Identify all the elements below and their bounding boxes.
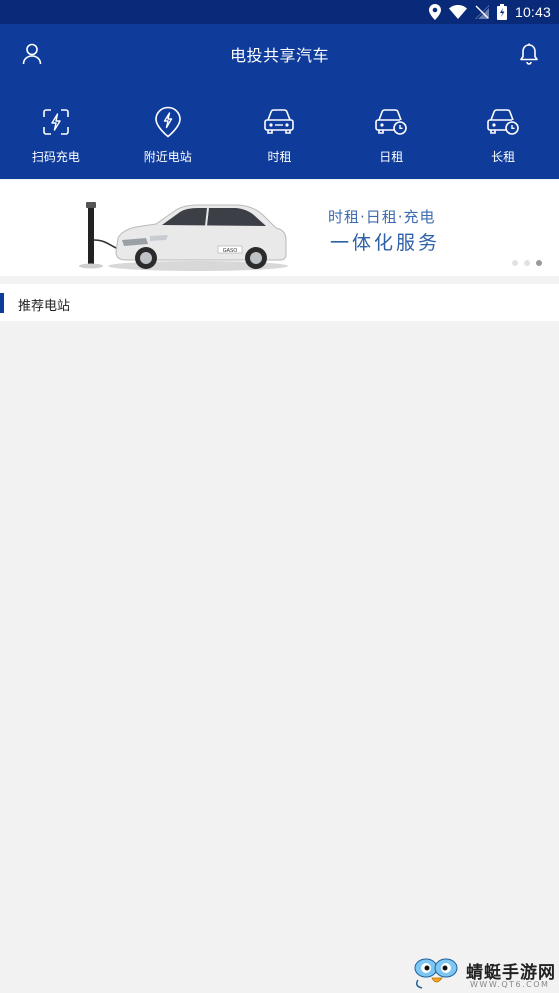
nav-nearby-stations[interactable]: 附近电站 (112, 106, 224, 166)
battery-icon (496, 4, 507, 20)
car-icon (263, 106, 295, 138)
signal-icon (474, 5, 489, 19)
carousel-dot[interactable] (524, 260, 530, 266)
banner-slogan: 一体化服务 (330, 232, 441, 254)
nav-label: 长租 (491, 150, 516, 164)
section-title: 推荐电站 (18, 299, 71, 314)
nav-scan-charge[interactable]: 扫码充电 (0, 106, 112, 166)
location-bolt-icon (152, 106, 184, 138)
scan-charge-icon (40, 106, 72, 138)
ev-car-illustration: GASO (79, 202, 288, 271)
wifi-icon (448, 5, 467, 19)
watermark-url: WWW.QT6.COM (470, 980, 550, 989)
carousel-dot[interactable] (512, 260, 518, 266)
banner-headline: 时租·日租·充电 (328, 208, 436, 226)
dragonfly-logo-icon (414, 958, 458, 989)
recommended-stations-header: 推荐电站 (0, 284, 559, 321)
nav-daily-rental[interactable]: 日租 (335, 106, 447, 166)
location-icon (428, 4, 441, 20)
carousel-dot-active[interactable] (536, 260, 542, 266)
nav-label: 时租 (267, 150, 292, 164)
status-bar: 10:43 (0, 0, 559, 24)
promo-banner[interactable]: GASO 时租·日租·充电 一体化服务 (0, 180, 559, 276)
car-clock-icon (375, 106, 408, 138)
nav-hourly-rental[interactable]: 时租 (224, 106, 336, 166)
nav-label: 日租 (379, 150, 404, 164)
nav-long-rental[interactable]: 长租 (447, 106, 559, 166)
plate-text: GASO (223, 248, 238, 254)
status-icons: 10:43 (428, 0, 551, 24)
bell-icon[interactable] (515, 40, 543, 68)
site-watermark: 蜻蜓手游网 WWW.QT6.COM (412, 952, 559, 993)
section-accent-bar (0, 293, 4, 313)
car-clock-icon (487, 106, 519, 138)
app-header: 电投共享汽车 扫码充电 附近电站 时租 日租 长租 (0, 24, 559, 179)
page-title: 电投共享汽车 (229, 46, 329, 65)
quick-nav: 扫码充电 附近电站 时租 日租 长租 (0, 106, 559, 166)
nav-label: 附近电站 (143, 150, 192, 164)
status-time: 10:43 (514, 4, 551, 20)
carousel-indicator (512, 260, 542, 266)
nav-label: 扫码充电 (31, 150, 80, 164)
